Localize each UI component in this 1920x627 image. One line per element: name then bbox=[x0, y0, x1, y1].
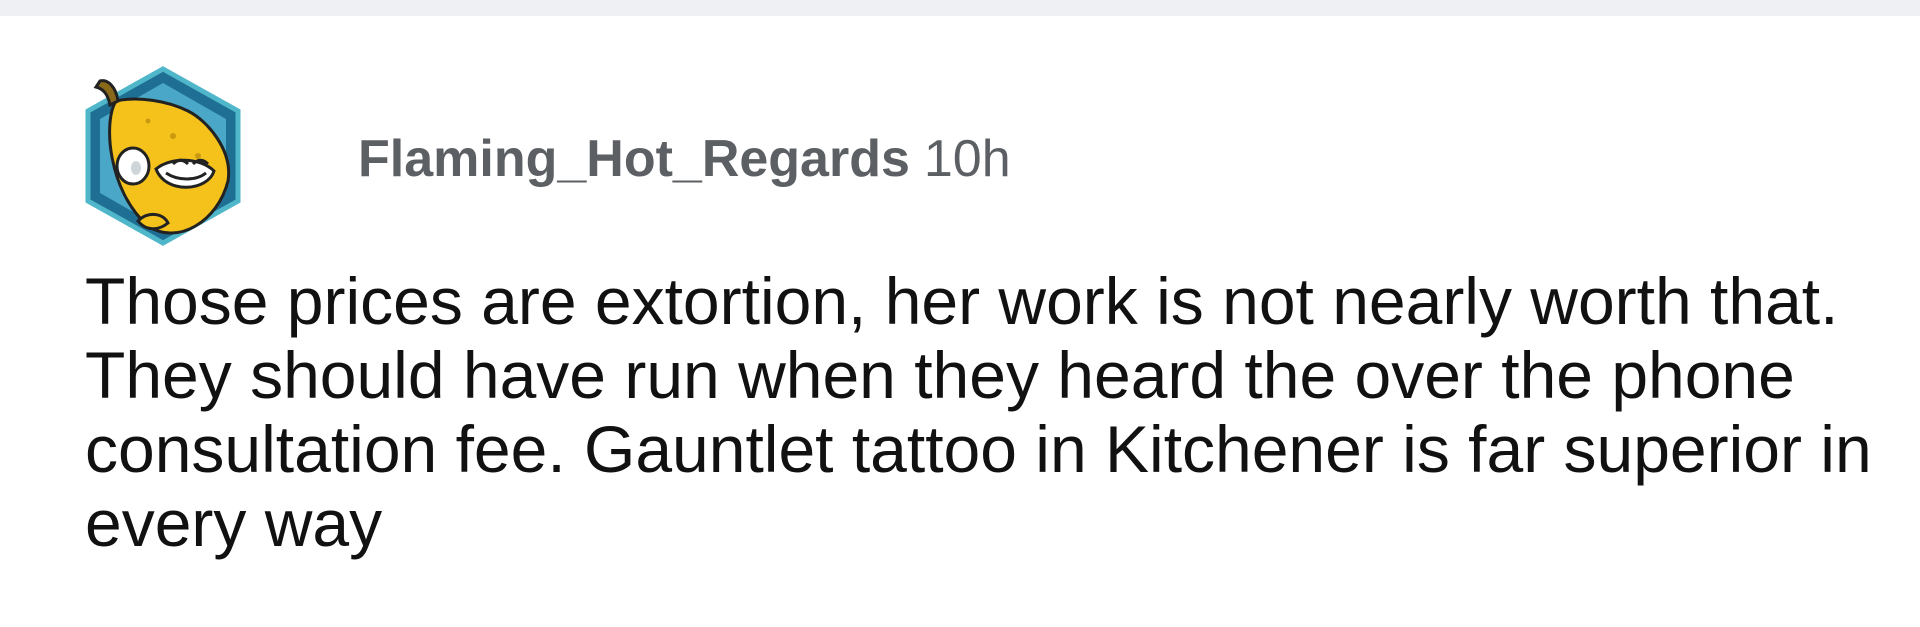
comment-card: Flaming_Hot_Regards 10h Those prices are… bbox=[0, 16, 1920, 627]
comment-body: Those prices are extortion, her work is … bbox=[85, 264, 1872, 560]
avatar[interactable] bbox=[78, 61, 248, 251]
username-link[interactable]: Flaming_Hot_Regards bbox=[358, 129, 910, 189]
timestamp: 10h bbox=[923, 130, 1011, 188]
comment-meta: Flaming_Hot_Regards 10h bbox=[358, 129, 1011, 189]
comment-header: Flaming_Hot_Regards 10h bbox=[78, 56, 1011, 256]
top-divider-strip bbox=[0, 0, 1920, 16]
banana-avatar-icon bbox=[85, 66, 241, 246]
